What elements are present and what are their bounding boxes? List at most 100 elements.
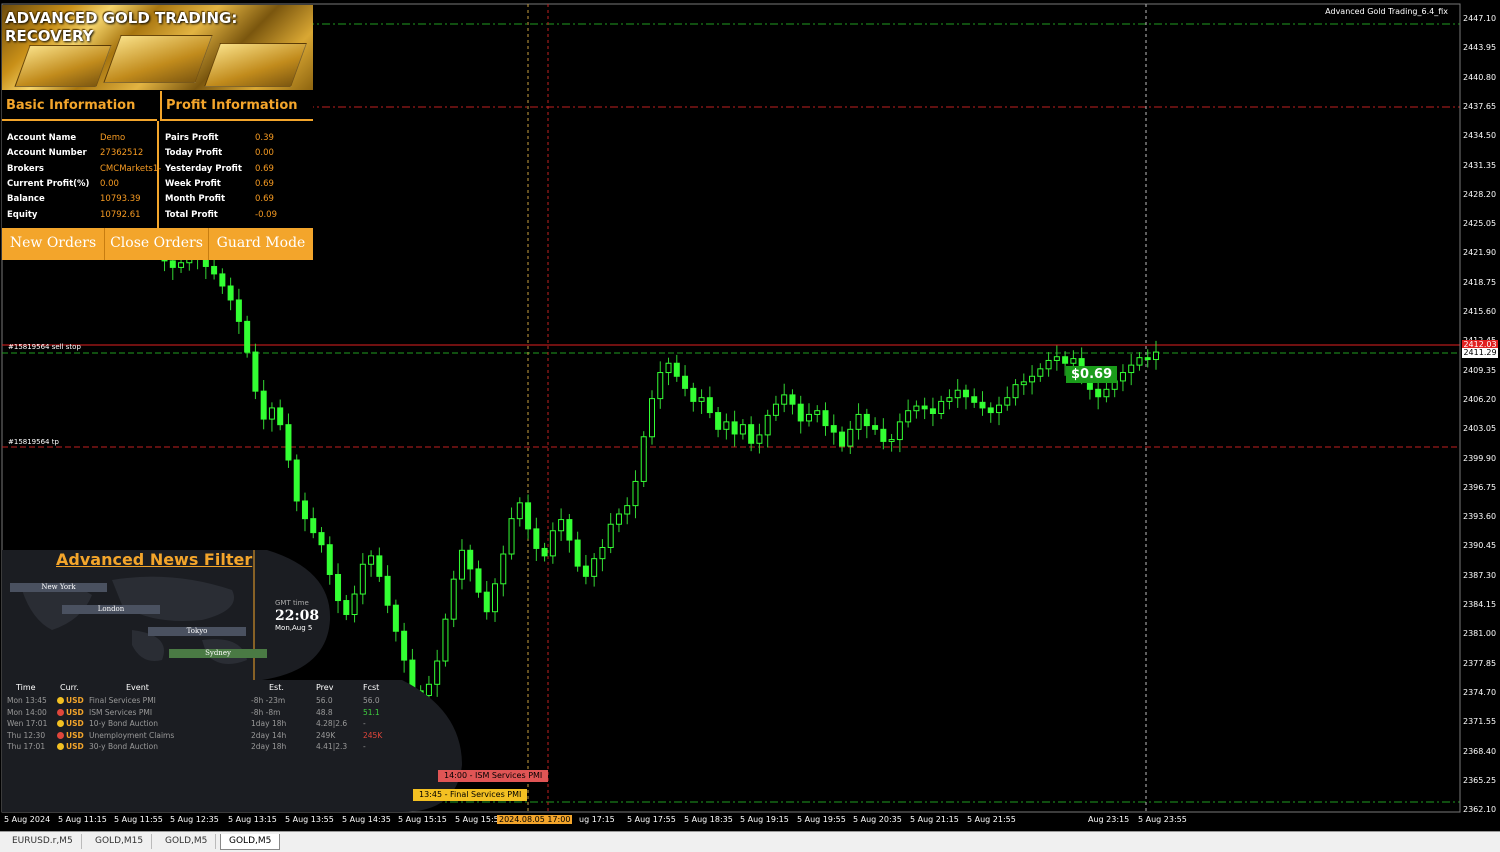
time-tick: 5 Aug 19:55 [797, 815, 846, 824]
candle-body [797, 403, 804, 422]
news-event: 30-y Bond Auction [89, 742, 158, 751]
basic-key: Equity [7, 209, 38, 220]
tab-gold-m5-active[interactable]: GOLD,M5 [220, 834, 281, 850]
profit-value: 0.39 [255, 133, 274, 143]
time-tick: 5 Aug 14:35 [342, 815, 391, 824]
session-sydney: Sydney [169, 649, 267, 658]
session-london: London [62, 605, 160, 614]
candle-body [756, 434, 763, 444]
tab-gold-m15[interactable]: GOLD,M15 [87, 834, 153, 849]
profit-value: -0.09 [255, 209, 277, 220]
basic-info-header: Basic Information [2, 91, 157, 121]
candle-body [252, 351, 259, 392]
col-event: Event [126, 683, 149, 692]
candle-body [954, 389, 961, 399]
candle-body [483, 591, 490, 613]
news-previous: 56.0 [316, 696, 333, 705]
session-tokyo: Tokyo [148, 627, 246, 636]
time-tick: 5 Aug 23:55 [1138, 815, 1187, 824]
profit-value: 0.69 [255, 194, 274, 205]
candle-body [1062, 356, 1069, 364]
price-tick: 2431.35 [1463, 160, 1497, 170]
candle-body [715, 412, 722, 430]
candle-body [1128, 364, 1135, 374]
basic-value: 0.00 [100, 178, 119, 189]
candle-body [219, 273, 226, 287]
candle-body [913, 405, 920, 412]
price-tick: 2393.60 [1463, 512, 1497, 522]
gmt-time: 22:08 [275, 608, 320, 624]
profit-value: 0.69 [255, 163, 274, 174]
impact-dot [57, 743, 64, 750]
candle-body [508, 518, 515, 555]
candle-body [649, 398, 655, 438]
price-tick: 2421.90 [1463, 248, 1497, 258]
event-tag-final-services: 13:45 - Final Services PMI [413, 789, 528, 801]
news-forecast: 56.0 [363, 696, 380, 705]
price-tick: 2365.25 [1463, 775, 1497, 785]
candle-body [996, 404, 1003, 414]
candle-body [500, 553, 507, 585]
candle-body [929, 408, 936, 414]
guard-mode-button[interactable]: Guard Mode [209, 228, 313, 260]
candle-body [938, 400, 945, 414]
price-tick: 2403.05 [1463, 424, 1497, 434]
candle-body [1119, 372, 1126, 382]
candle-body [698, 397, 705, 402]
price-tick: 2418.75 [1463, 277, 1497, 287]
profit-value: 0.69 [255, 178, 274, 189]
col-previous: Prev [316, 683, 334, 692]
candle-body [260, 390, 267, 420]
tab-eurusd-m5[interactable]: EURUSD.r,M5 [4, 834, 82, 849]
profit-tag: $0.69 [1066, 366, 1118, 383]
new-orders-button[interactable]: New Orders [2, 228, 105, 260]
candle-body [1144, 357, 1151, 361]
news-time: Mon 14:00 [7, 707, 47, 717]
time-tick: ug 17:15 [579, 815, 615, 824]
candle-body [202, 258, 209, 267]
news-event: 10-y Bond Auction [89, 719, 158, 728]
profit-key: Week Profit [165, 178, 221, 189]
event-tag-ism: 14:00 - ISM Services PMI [438, 770, 549, 782]
chart-tabs: EURUSD.r,M5 GOLD,M15 GOLD,M5 GOLD,M5 [0, 831, 1500, 852]
candle-body [921, 405, 928, 410]
price-tick: 2447.10 [1463, 14, 1497, 23]
time-tick: 5 Aug 11:15 [58, 815, 107, 824]
tab-gold-m5[interactable]: GOLD,M5 [157, 834, 217, 849]
candle-body [566, 519, 573, 541]
candle-body [814, 410, 821, 415]
price-tick: 2443.95 [1463, 43, 1497, 53]
candle-body [492, 583, 499, 613]
candle-body [946, 397, 953, 402]
profit-info-header: Profit Information [160, 91, 313, 121]
time-tick: 5 Aug 18:35 [684, 815, 733, 824]
basic-key: Brokers [7, 163, 44, 174]
profit-key: Yesterday Profit [165, 163, 242, 174]
time-tick: 5 Aug 15:15 [398, 815, 447, 824]
news-estimate: 2day 18h [251, 742, 287, 751]
price-tick: 2396.75 [1463, 482, 1497, 492]
candle-body [599, 547, 606, 560]
basic-value: 10792.61 [100, 209, 141, 220]
price-tick: 2434.50 [1463, 131, 1497, 141]
candle-body [979, 401, 986, 409]
price-tick: 2415.60 [1463, 307, 1497, 316]
candle-body [880, 428, 887, 442]
col-currency: Curr. [60, 683, 79, 692]
price-tick: 2374.70 [1463, 687, 1497, 697]
profit-value: 0.00 [255, 148, 274, 159]
close-orders-button[interactable]: Close Orders [105, 228, 209, 260]
sell-stop-label: #15819564 sell stop [8, 343, 81, 351]
news-previous: 4.41|2.3 [316, 742, 348, 751]
price-tick: 2406.20 [1463, 394, 1497, 404]
candle-body [607, 523, 614, 549]
time-tick: 5 Aug 13:55 [285, 815, 334, 824]
basic-key: Balance [7, 194, 45, 205]
candle-body [847, 428, 854, 447]
candle-body [987, 407, 994, 414]
candle-body [227, 285, 234, 301]
candle-body [301, 500, 308, 520]
candle-body [962, 389, 969, 398]
price-tick: 2440.80 [1463, 72, 1497, 82]
candle-body [640, 436, 647, 482]
